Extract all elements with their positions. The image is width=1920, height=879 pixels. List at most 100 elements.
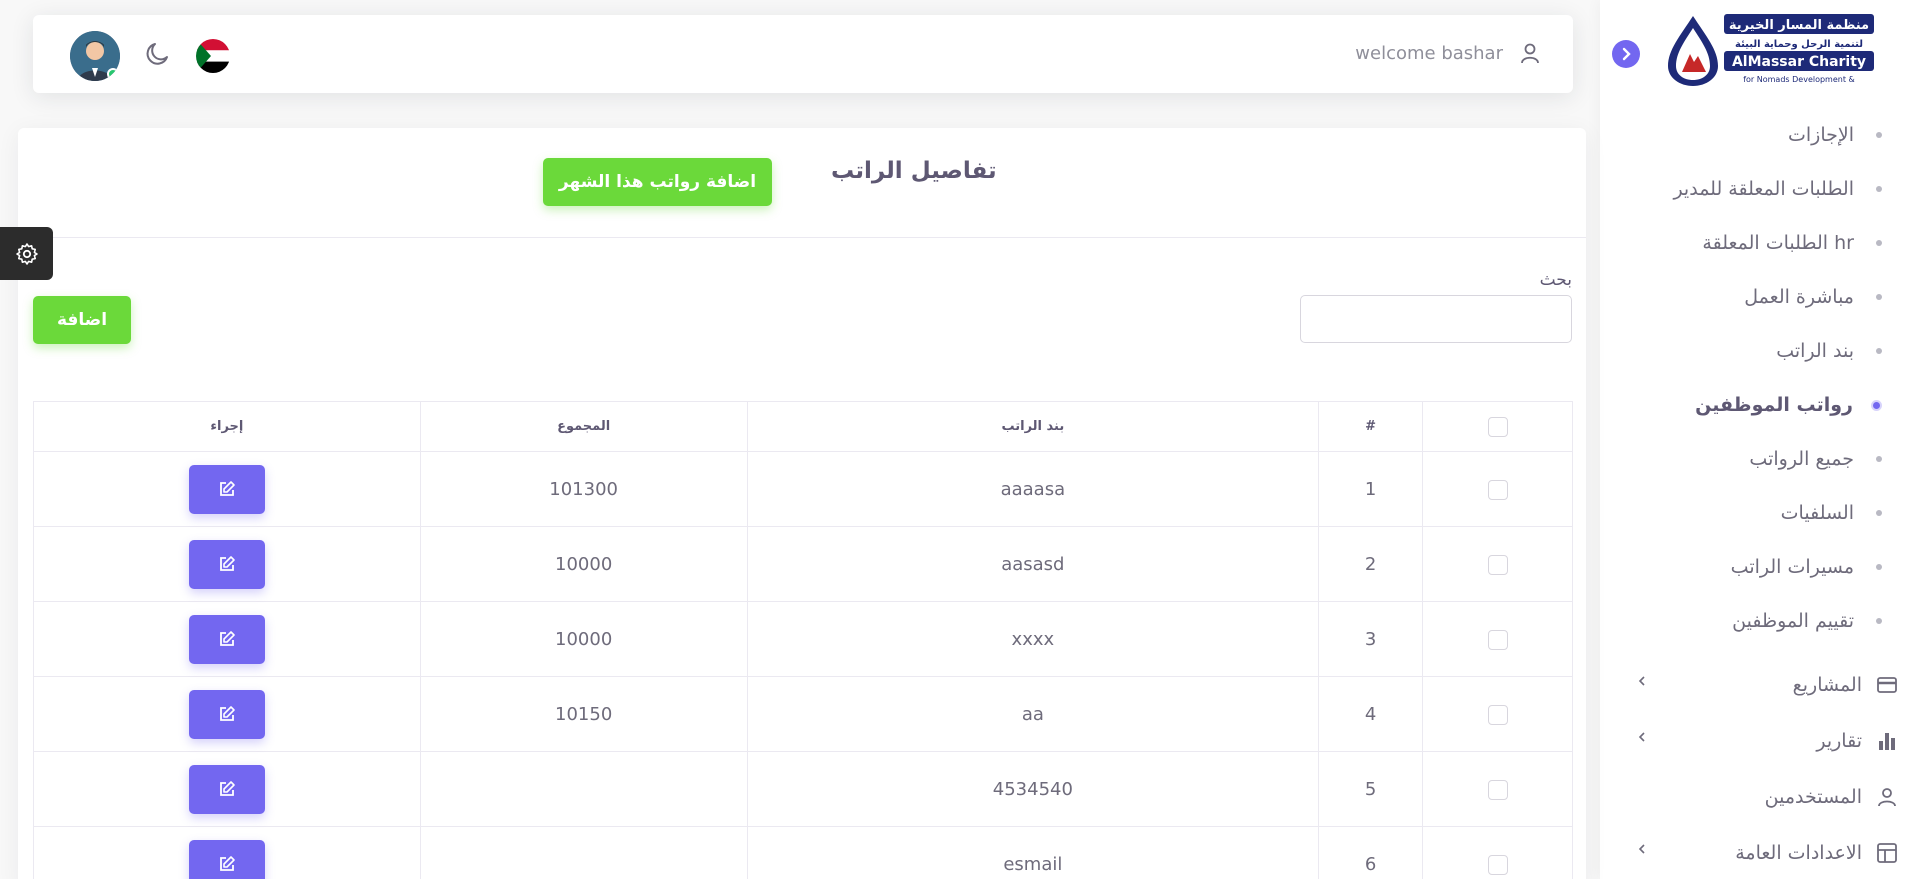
total-cell: 10000 xyxy=(419,601,748,677)
action-cell xyxy=(33,751,421,827)
sidebar-item-vacations[interactable]: الإجازات xyxy=(1600,108,1920,162)
sidebar-item-label: مسيرات الراتب xyxy=(1730,556,1854,578)
sidebar-item-work-start[interactable]: مباشرة العمل xyxy=(1600,270,1920,324)
user-icon[interactable] xyxy=(1519,42,1541,68)
sidebar-item-label: الطلبات المعلقة hr xyxy=(1702,232,1854,254)
circle-icon xyxy=(1876,186,1882,192)
edit-button[interactable] xyxy=(188,539,265,589)
circle-icon xyxy=(1876,618,1882,624)
credit-card-icon xyxy=(1876,674,1898,696)
sidebar-group-projects[interactable]: المشاريع xyxy=(1600,657,1920,713)
sidebar-item-employee-salaries[interactable]: رواتب الموظفين xyxy=(1600,378,1920,432)
index-cell: 3 xyxy=(1318,601,1424,677)
almassar-logo[interactable]: منظمة المسار الخيرية لتنمية الرحل وحماية… xyxy=(1660,10,1880,88)
avatar[interactable] xyxy=(70,31,120,81)
svg-text:لتنمية الرحل وحماية البيئة: لتنمية الرحل وحماية البيئة xyxy=(1735,39,1863,50)
sidebar-item-label: تقييم الموظفين xyxy=(1732,610,1854,632)
sidebar-item-label: السلفيات xyxy=(1780,502,1854,524)
moon-icon[interactable] xyxy=(143,39,173,73)
edit-button[interactable] xyxy=(188,614,265,664)
search-input[interactable] xyxy=(1300,295,1572,343)
circle-icon xyxy=(1876,456,1882,462)
index-cell: 1 xyxy=(1318,451,1424,527)
total-cell: 10150 xyxy=(419,676,748,752)
sidebar-item-hr-pending[interactable]: الطلبات المعلقة hr xyxy=(1600,216,1920,270)
circle-icon xyxy=(1876,240,1882,246)
chevron-left-icon xyxy=(1638,676,1645,686)
sidebar-toggle-button[interactable] xyxy=(1612,40,1640,68)
column-header-action: إجراء xyxy=(33,401,421,452)
sidebar-item-label: تقارير xyxy=(1816,730,1862,752)
checkbox-cell xyxy=(1422,526,1573,602)
row-checkbox[interactable] xyxy=(1487,854,1508,875)
edit-button[interactable] xyxy=(188,839,265,879)
index-cell: 2 xyxy=(1318,526,1424,602)
edit-icon xyxy=(219,556,235,571)
edit-icon xyxy=(219,481,235,496)
total-cell xyxy=(419,751,748,827)
sidebar-item-manager-pending[interactable]: الطلبات المعلقة للمدير xyxy=(1600,162,1920,216)
action-cell xyxy=(33,601,421,677)
chevron-right-icon xyxy=(1622,47,1631,61)
index-cell: 4 xyxy=(1318,676,1424,752)
circle-icon xyxy=(1876,132,1882,138)
row-checkbox[interactable] xyxy=(1487,479,1508,500)
edit-icon xyxy=(219,856,235,871)
online-status-dot xyxy=(107,68,119,80)
chevron-left-icon xyxy=(1638,732,1645,742)
sidebar-item-label: جميع الرواتب xyxy=(1749,448,1854,470)
circle-icon xyxy=(1871,399,1882,411)
checkbox-cell xyxy=(1422,601,1573,677)
layout-icon xyxy=(1876,842,1898,864)
sidebar-group-users[interactable]: المستخدمين xyxy=(1600,769,1920,825)
theme-customizer-button[interactable] xyxy=(0,227,53,280)
sidebar-submenu: الإجازات الطلبات المعلقة للمدير الطلبات … xyxy=(1600,108,1920,648)
table-row: 101300 aaaasa 1 xyxy=(33,451,1573,527)
top-navbar: welcome bashar xyxy=(33,15,1573,93)
sidebar-item-advances[interactable]: السلفيات xyxy=(1600,486,1920,540)
sidebar-item-label: المستخدمين xyxy=(1764,786,1862,808)
sudan-flag-icon[interactable] xyxy=(196,39,230,73)
action-cell xyxy=(33,451,421,527)
checkbox-cell xyxy=(1422,451,1573,527)
user-icon xyxy=(1876,786,1898,808)
table-row: 10000 xxxx 3 xyxy=(33,601,1573,677)
row-checkbox[interactable] xyxy=(1487,554,1508,575)
sidebar-item-all-salaries[interactable]: جميع الرواتب xyxy=(1600,432,1920,486)
table-row: esmail 6 xyxy=(33,826,1573,879)
edit-button[interactable] xyxy=(188,764,265,814)
gear-icon xyxy=(15,242,38,265)
sidebar-group-settings[interactable]: الاعدادات العامة xyxy=(1600,825,1920,879)
sidebar-groups: المشاريع تقارير المستخدمين الاعدادات الع… xyxy=(1600,657,1920,879)
row-checkbox[interactable] xyxy=(1487,629,1508,650)
page-title: تفاصيل الراتب xyxy=(831,158,997,184)
edit-icon xyxy=(219,781,235,796)
column-header-total: المجموع xyxy=(419,401,748,452)
edit-button[interactable] xyxy=(188,464,265,514)
action-cell xyxy=(33,826,421,879)
svg-text:for Nomads Development &: for Nomads Development & xyxy=(1743,75,1855,84)
item-cell: aaaasa xyxy=(746,451,1320,527)
row-checkbox[interactable] xyxy=(1487,779,1508,800)
salary-details-card: تفاصيل الراتب اضافة رواتب هذا الشهر بحث … xyxy=(18,128,1586,879)
add-button[interactable]: اضافة xyxy=(33,296,131,344)
sidebar-item-label: رواتب الموظفين xyxy=(1695,394,1853,416)
sidebar-item-label: المشاريع xyxy=(1792,674,1862,696)
sidebar-item-evaluation[interactable]: تقييم الموظفين xyxy=(1600,594,1920,648)
svg-text:AlMassar Charity: AlMassar Charity xyxy=(1732,54,1866,70)
sidebar-item-label: الإجازات xyxy=(1788,124,1854,146)
add-month-salaries-button[interactable]: اضافة رواتب هذا الشهر xyxy=(543,158,772,206)
table-header-row: إجراء المجموع بند الراتب # xyxy=(33,401,1573,452)
card-header: تفاصيل الراتب اضافة رواتب هذا الشهر xyxy=(18,128,1586,238)
circle-icon xyxy=(1876,510,1882,516)
salary-table: إجراء المجموع بند الراتب # 101300 aaaasa… xyxy=(33,401,1573,879)
sidebar-group-reports[interactable]: تقارير xyxy=(1600,713,1920,769)
sidebar-item-label: الاعدادات العامة xyxy=(1735,842,1862,864)
checkbox-cell xyxy=(1422,826,1573,879)
select-all-checkbox[interactable] xyxy=(1487,416,1508,437)
edit-button[interactable] xyxy=(188,689,265,739)
sidebar-item-salary-item[interactable]: بند الراتب xyxy=(1600,324,1920,378)
row-checkbox[interactable] xyxy=(1487,704,1508,725)
index-cell: 6 xyxy=(1318,826,1424,879)
sidebar-item-payrolls[interactable]: مسيرات الراتب xyxy=(1600,540,1920,594)
